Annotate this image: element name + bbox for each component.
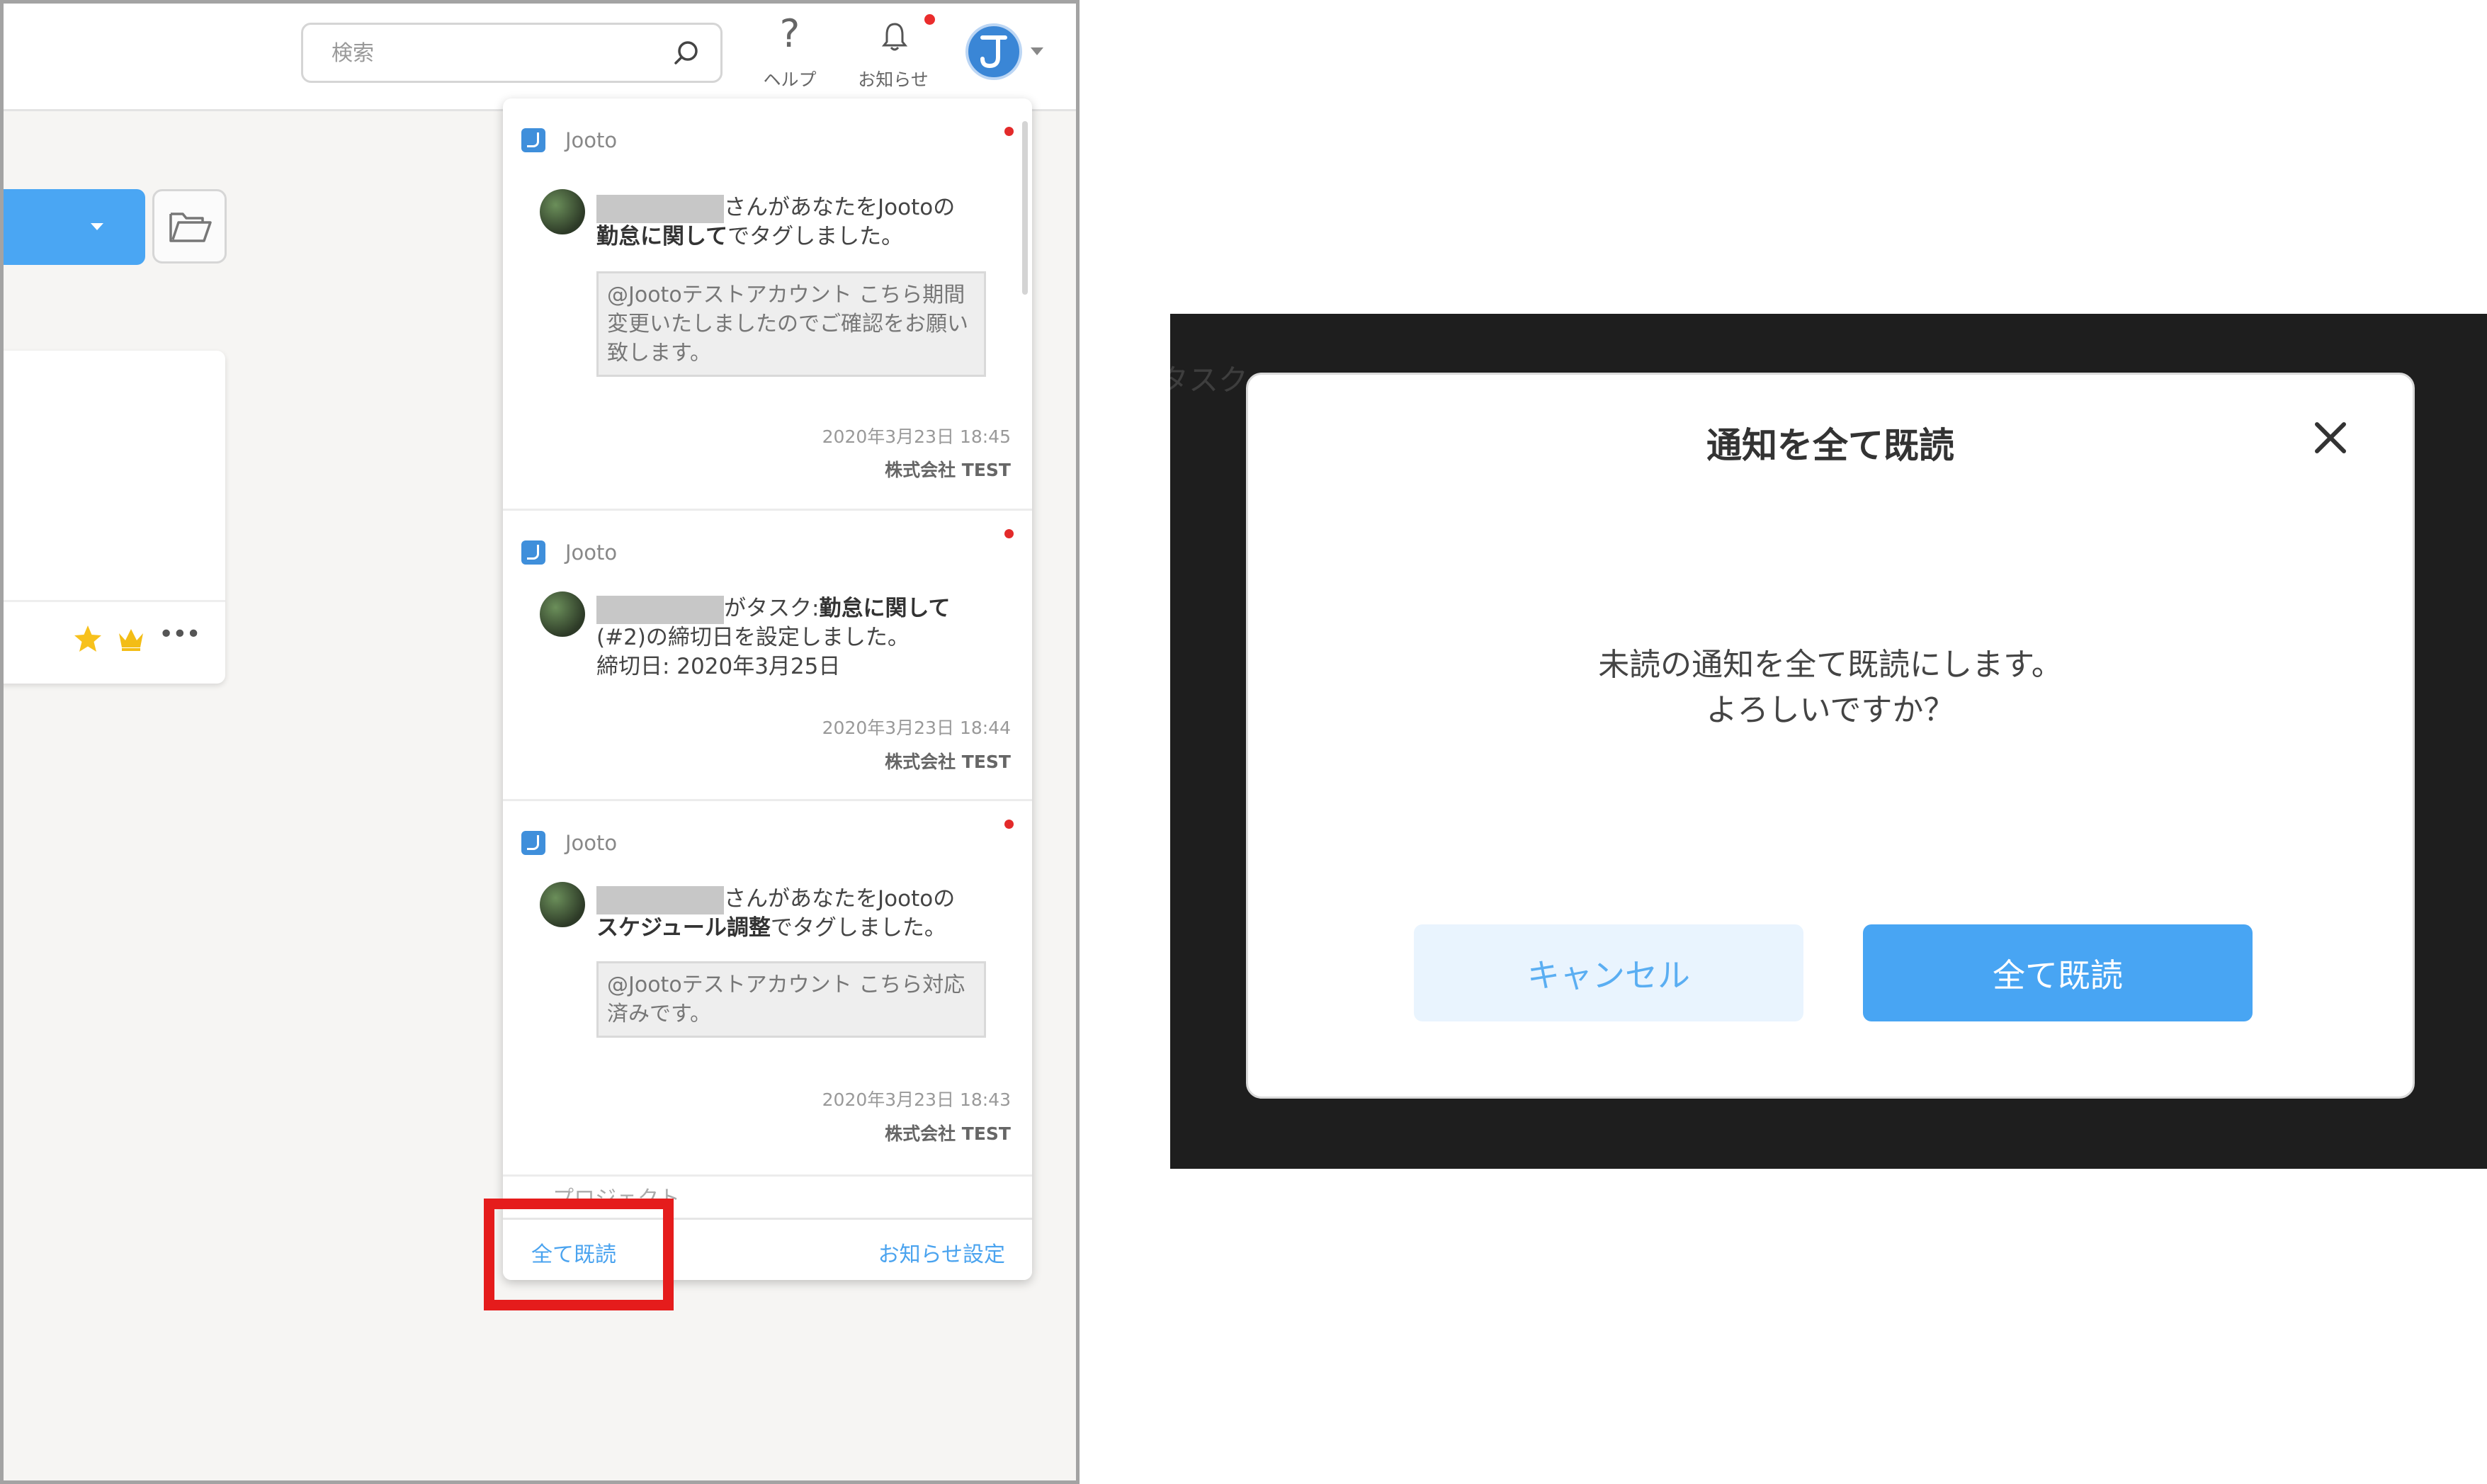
notification-quote: @Jootoテストアカウント こちら期間変更いたしましたのでご確認をお願い致しま… [596,271,986,377]
help-label: ヘルプ [763,69,817,90]
project-card[interactable]: ••• [4,351,225,684]
app-header: ? ヘルプ お知らせ [4,4,1076,111]
jooto-app-icon [521,128,545,152]
notifications-dropdown: Jooto さんがあなたをJootoの 勤怠に関してでタグしました。 @Joot… [503,98,1032,1280]
notification-item[interactable]: Jooto さんがあなたをJootoの スケジュール調整でタグしました。 @Jo… [503,801,1032,1177]
search-input[interactable] [332,38,657,69]
card-divider [4,600,225,602]
unread-dot [1004,820,1014,829]
close-icon[interactable] [2311,419,2350,457]
user-avatar-thumb [540,591,585,637]
dialog-message-line2: よろしいですか？ [1706,692,1955,728]
composite-screenshot: ? ヘルプ お知らせ [0,0,2487,1484]
question-icon: ? [779,11,800,56]
notification-item[interactable]: Jooto がタスク:勤怠に関して (#2)の締切日を設定しました。 締切日: … [503,511,1032,801]
notification-company: 株式会社 TEST [885,752,1011,772]
notice-button[interactable]: お知らせ [851,15,936,93]
notification-settings-link[interactable]: お知らせ設定 [878,1237,1005,1268]
star-icon[interactable] [72,623,103,655]
user-avatar-thumb [540,882,585,927]
dialog-message-line1: 未読の通知を全て既読にします。 [1598,647,2063,683]
avatar-chevron-down-icon[interactable] [1031,47,1043,55]
notification-company: 株式会社 TEST [885,460,1011,480]
notification-item[interactable]: Jooto さんがあなたをJootoの 勤怠に関してでタグしました。 @Joot… [503,98,1032,511]
notification-text: がタスク:勤怠に関して (#2)の締切日を設定しました。 締切日: 2020年3… [596,596,951,679]
notification-task-name[interactable]: スケジュール調整 [596,915,771,941]
jooto-app-icon [521,540,545,565]
notification-time: 2020年3月23日 18:43 [822,1089,1011,1110]
source-name: Jooto [565,831,618,855]
notification-task-name[interactable]: 勤怠に関して [596,224,727,249]
more-icon[interactable]: ••• [159,620,201,649]
crown-icon[interactable] [115,623,147,655]
background-text: タスク [1170,363,1249,397]
source-name: Jooto [565,128,618,152]
search-icon[interactable] [672,39,701,67]
notification-company: 株式会社 TEST [885,1123,1011,1144]
unread-dot [1004,127,1014,136]
bell-icon [881,23,908,51]
help-button[interactable]: ? ヘルプ [747,15,832,93]
create-dropdown-button[interactable] [4,189,145,265]
notification-time: 2020年3月23日 18:44 [822,718,1011,738]
unread-badge-dot [924,14,935,25]
search-box[interactable] [301,23,723,83]
unread-dot [1004,529,1014,538]
folder-button[interactable] [152,189,227,264]
app-screenshot-panel: ? ヘルプ お知らせ [0,0,1080,1484]
user-avatar-thumb [540,189,585,234]
highlight-frame [484,1199,674,1310]
dialog-message: 未読の通知を全て既読にします。 よろしいですか？ [1248,642,2413,733]
notification-task-name[interactable]: 勤怠に関して [819,596,950,621]
confirm-dialog: 通知を全て既読 未読の通知を全て既読にします。 よろしいですか？ キャンセル 全… [1246,373,2415,1099]
chevron-down-icon [91,223,103,230]
notice-label: お知らせ [858,69,929,90]
user-avatar[interactable] [965,23,1022,80]
notification-text: さんがあなたをJootoの スケジュール調整でタグしました。 [596,886,956,941]
cancel-button[interactable]: キャンセル [1414,924,1803,1021]
notification-time: 2020年3月23日 18:45 [822,426,1011,447]
folder-open-icon [169,213,212,242]
notification-text: さんがあなたをJootoの 勤怠に関してでタグしました。 [596,195,956,249]
mark-all-read-button[interactable]: 全て既読 [1863,924,2253,1021]
dialog-title: 通知を全て既読 [1706,425,1954,466]
jooto-app-icon [521,831,545,855]
source-name: Jooto [565,540,618,565]
jooto-logo-icon [980,35,1007,69]
notification-quote: @Jootoテストアカウント こちら対応済みです。 [596,961,986,1038]
dialog-screenshot-panel: タスク 通知を全て既読 未読の通知を全て既読にします。 よろしいですか？ キャン… [1170,314,2487,1169]
